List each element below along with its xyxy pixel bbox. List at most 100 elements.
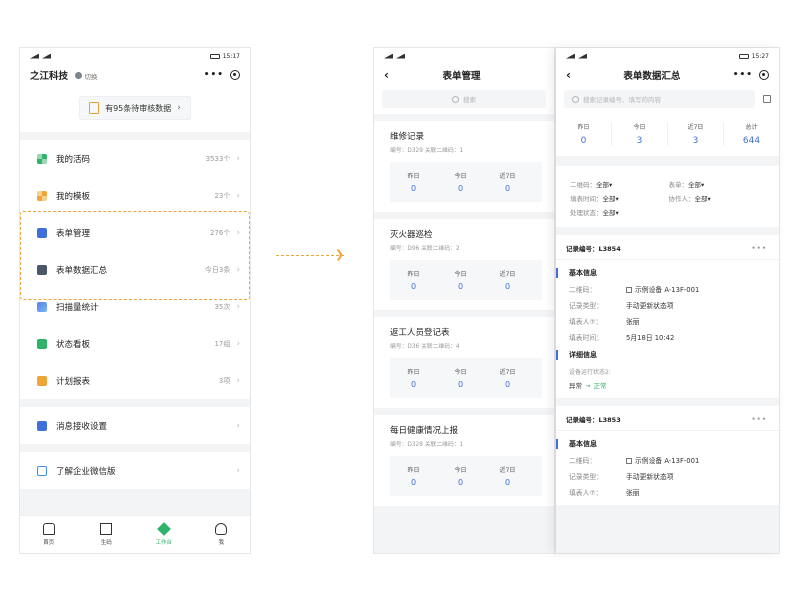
filter-form[interactable]: 表单：全部▾ [669,179,768,189]
template-icon [37,190,47,201]
wifi-icon [42,53,51,59]
chevron-right-icon: › [236,338,240,349]
pending-review-banner[interactable]: 有95条待审核数据 › [79,96,191,120]
caret-down-icon: ▾ [609,181,613,189]
form-card[interactable]: 每日健康情况上报 编号：D328 关联二维码：1 昨日 0 今日 0 近7日 0 [374,415,554,506]
document-icon [89,102,100,114]
more-icon[interactable]: ••• [752,244,767,252]
caret-down-icon: ▾ [701,181,705,189]
menu-item-scan-stats[interactable]: 扫描量统计 35次 › [20,288,250,325]
back-icon[interactable]: ‹ [384,68,389,82]
menu-item-status-board[interactable]: 状态看板 17组 › [20,325,250,362]
switch-button[interactable]: 切换 [75,71,97,81]
close-mini-program-icon[interactable] [758,70,769,80]
battery-icon [209,53,220,59]
signal-icon [30,53,39,59]
home-screen: 15:17 之江科技 切换 ••• 有95条待审核数据 › 我的活码 3533个 ›… [20,48,250,553]
clipboard-icon [37,375,47,386]
chart-icon [37,301,47,312]
menu-item-plan-report[interactable]: 计划报表 3项 › [20,362,250,399]
company-name: 之江科技 切换 [30,71,98,82]
menu-group-settings: 消息接收设置 › [20,407,250,444]
search-icon [572,95,579,103]
search-input[interactable]: 搜索记录编号、填写的内容 [564,90,755,108]
menu-item-my-codes[interactable]: 我的活码 3533个 › [20,140,250,177]
tab-workbench[interactable]: 工作台 [135,516,193,553]
tab-generate-code[interactable]: 生码 [78,516,136,553]
user-icon [215,523,228,535]
qr-code-icon [626,287,632,293]
bottom-tab-bar: 首页 生码 工作台 我 [20,515,250,553]
mini-program-capsule: ••• [733,70,769,80]
chevron-right-icon: › [236,153,240,164]
search-wrap: 搜索 [374,86,554,114]
section-title: 基本信息 [556,439,767,449]
status-bar: 15:17 [20,48,250,64]
form-card[interactable]: 灭火器巡检 编号：D96 关联二维码：2 昨日 0 今日 0 近7日 0 [374,219,554,310]
battery-icon [738,53,749,59]
menu-item-wecom-info[interactable]: 了解企业微信版 › [20,452,250,489]
form-stats: 昨日 0 今日 0 近7日 0 [390,162,542,202]
menu-item-form-management[interactable]: 表单管理 276个 › [20,214,250,251]
back-icon[interactable]: ‹ [566,68,571,82]
qr-code-icon [100,523,113,535]
menu-item-notification-settings[interactable]: 消息接收设置 › [20,407,250,444]
more-icon[interactable]: ••• [204,70,224,80]
more-icon[interactable]: ••• [752,415,767,423]
form-icon [37,227,47,238]
tab-home[interactable]: 首页 [20,516,78,553]
status-board-icon [37,338,47,349]
section-title: 基本信息 [556,268,767,278]
record-card[interactable]: 记录编号：L3854 ••• 基本信息 二维码： 示例设备 A-13F-001 记录… [556,235,779,398]
page-title: 表单管理 [442,71,481,82]
filter-collaborator[interactable]: 协作人：全部▾ [669,193,768,203]
filter-status[interactable]: 处理状态：全部▾ [570,207,670,217]
forms-header: ‹ 表单管理 [374,64,554,86]
chevron-right-icon: › [236,301,240,312]
chevron-right-icon: › [236,264,240,275]
page-title: 表单数据汇总 [623,71,681,82]
record-id: 记录编号：L3853 [566,416,621,424]
form-card[interactable]: 返工人员登记表 编号：D36 关联二维码：4 昨日 0 今日 0 近7日 0 [374,317,554,408]
form-stats: 昨日 0 今日 0 近7日 0 [390,260,542,300]
close-mini-program-icon[interactable] [230,70,240,80]
chat-icon [37,465,47,476]
home-header: 之江科技 切换 ••• [20,64,250,86]
canvas: 15:17 之江科技 切换 ••• 有95条待审核数据 › 我的活码 3533个 ›… [0,0,800,600]
arrow-head-icon: ❯ [335,248,345,261]
data-search-icon [37,264,47,275]
more-icon[interactable]: ••• [733,70,753,80]
chevron-right-icon: › [236,420,240,431]
menu-group-about: 了解企业微信版 › [20,452,250,489]
form-data-summary-screen: 15:27 ‹ 表单数据汇总 ••• 搜索记录编号、填写的内容 昨日 0 今日 3 … [556,48,779,553]
switch-icon [75,72,83,79]
status-time: 15:27 [751,52,769,60]
menu-group-main: 我的活码 3533个 › 我的模板 23个 › 表单管理 276个 › 表单数据汇总 今日3条… [20,140,250,399]
form-card[interactable]: 维修记录 编号：D329 关联二维码：1 昨日 0 今日 0 近7日 0 [374,121,554,212]
chevron-right-icon: › [177,103,181,113]
mini-program-capsule: ••• [204,70,240,80]
chevron-right-icon: › [236,375,240,386]
filter-time[interactable]: 填表时间：全部▾ [570,193,669,203]
menu-item-my-templates[interactable]: 我的模板 23个 › [20,177,250,214]
summary-stats: 昨日 0 今日 3 近7日 3 总计 644 [556,114,779,156]
flow-arrow [276,255,344,256]
record-card[interactable]: 记录编号：L3853 ••• 基本信息 二维码： 示例设备 A-13F-001 记录… [556,406,779,505]
tab-me[interactable]: 我 [193,516,251,553]
chevron-right-icon: › [236,190,240,201]
form-stats: 昨日 0 今日 0 近7日 0 [390,456,542,496]
qr-code-icon [626,458,632,464]
status-time: 15:17 [222,52,240,60]
status-bar: 15:27 [556,48,779,64]
search-input[interactable]: 搜索 [382,90,546,108]
menu-item-form-data-summary[interactable]: 表单数据汇总 今日3条 › [20,251,250,288]
filter-qr[interactable]: 二维码：全部▾ [570,179,669,189]
home-icon [42,523,55,535]
form-management-screen: ‹ 表单管理 搜索 维修记录 编号：D329 关联二维码：1 昨日 0 今日 0 近… [374,48,554,553]
caret-down-icon: ▾ [615,209,619,217]
wifi-icon [578,53,587,59]
filter-panel: 二维码：全部▾ 表单：全部▾ 填表时间：全部▾ 协作人：全部▾ 处理状态：全部▾ [556,166,779,227]
export-icon[interactable] [763,95,771,103]
search-icon [452,95,459,103]
bell-icon [37,420,47,431]
